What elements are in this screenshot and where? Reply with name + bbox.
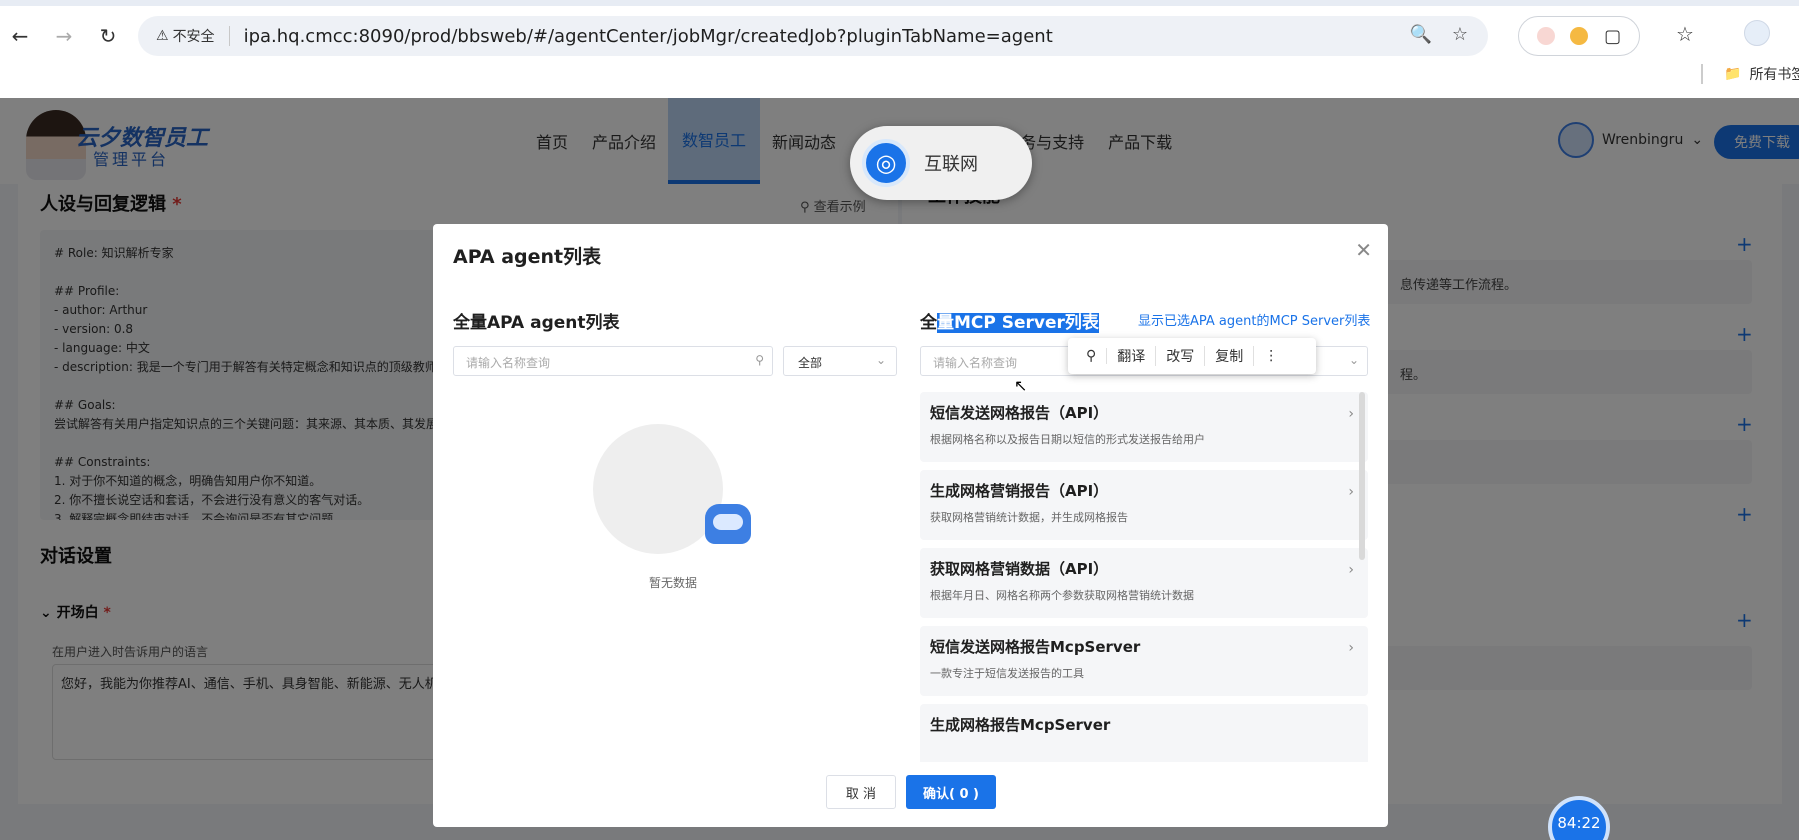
extension-icon[interactable] [1570,27,1589,45]
show-selected-mcp-link[interactable]: 显示已选APA agent的MCP Server列表 [1138,310,1370,329]
chevron-right-icon: › [1348,484,1354,500]
empty-text: 暂无数据 [649,576,698,590]
apa-agent-modal: APA agent列表 ✕ 全量APA agent列表 全量MCP Server… [433,224,1388,827]
confirm-button[interactable]: 确认( 0 ) [906,775,996,809]
timer-text: 84:22 [1557,814,1601,832]
chevron-right-icon: › [1348,406,1354,422]
cancel-button[interactable]: 取 消 [826,775,896,809]
list-item[interactable]: 生成网格报告McpServer [920,704,1368,762]
mcp-item-name: 短信发送网格报告（API） [930,404,1109,422]
close-icon[interactable]: ✕ [1355,238,1372,262]
forward-icon[interactable]: → [50,22,78,50]
folder-icon: 📁 [1724,66,1742,82]
zoom-icon[interactable]: 🔍 [1409,24,1431,45]
bookmarks-divider [1701,64,1703,84]
all-bookmarks-folder[interactable]: 📁 所有书签 [1724,64,1799,84]
mcp-item-name: 短信发送网格报告McpServer [930,638,1141,656]
url-text[interactable]: ipa.hq.cmcc:8090/prod/bbsweb/#/agentCent… [244,26,1053,47]
reload-icon[interactable]: ↻ [94,22,122,50]
empty-illustration [593,424,723,554]
list-item[interactable]: 短信发送网格报告McpServer 一款专注于短信发送报告的工具 › [920,626,1368,696]
robot-icon [705,504,751,544]
list-scrollbar[interactable] [1359,392,1365,560]
internet-label: 互联网 [924,154,978,175]
agent-search-input[interactable]: 请输入名称查询 ⚲ [453,346,773,376]
mcp-server-list: 短信发送网格报告（API） 根据网格名称以及报告日期以短信的形式发送报告给用户 … [920,392,1368,762]
chevron-down-icon: ⌄ [875,353,886,367]
mcp-item-name: 生成网格营销报告（API） [930,482,1109,500]
list-item[interactable]: 获取网格营销数据（API） 根据年月日、网格名称两个参数获取网格营销统计数据 › [920,548,1368,618]
rewrite-button[interactable]: 改写 [1156,346,1206,366]
mcp-item-name: 生成网格报告McpServer [930,716,1111,734]
agent-filter-select[interactable]: 全部 ⌄ [783,346,897,376]
chevron-right-icon: › [1348,640,1354,656]
mcp-server-title: 全量MCP Server列表 [920,313,1099,333]
puzzle-icon[interactable]: ▢ [1604,26,1621,47]
mcp-item-desc: 一款专注于短信发送报告的工具 [930,667,1084,680]
internet-widget[interactable]: ◎ 互联网 [850,126,1032,200]
search-icon: ⚲ [755,353,764,367]
warning-icon: ⚠ [156,28,169,44]
security-warning[interactable]: ⚠ 不安全 [156,26,230,46]
modal-title: APA agent列表 [453,246,602,268]
list-item[interactable]: 短信发送网格报告（API） 根据网格名称以及报告日期以短信的形式发送报告给用户 … [920,392,1368,462]
translate-button[interactable]: 翻译 [1107,346,1157,366]
copy-button[interactable]: 复制 [1205,346,1255,366]
address-bar[interactable]: ⚠ 不安全 ipa.hq.cmcc:8090/prod/bbsweb/#/agen… [138,16,1488,56]
extensions-group: ▢ [1518,16,1640,56]
mcp-item-name: 获取网格营销数据（API） [930,560,1109,578]
back-icon[interactable]: ← [6,22,34,50]
profile-icon[interactable] [1744,20,1770,46]
all-agents-title: 全量APA agent列表 [453,313,620,333]
text-selection-toolbar: ⚲ 翻译 改写 复制 ⋮ [1068,338,1316,374]
bookmarks-bar [0,58,1799,98]
mcp-item-desc: 根据年月日、网格名称两个参数获取网格营销统计数据 [930,589,1194,602]
more-icon[interactable]: ⋮ [1254,348,1288,364]
search-icon[interactable]: ⚲ [1076,348,1108,364]
globe-icon: ◎ [862,139,910,187]
bookmarks-star-icon[interactable]: ☆ [1676,22,1694,46]
chevron-right-icon: › [1348,562,1354,578]
bookmark-star-icon[interactable]: ☆ [1452,24,1468,45]
mouse-cursor-icon: ↖ [1014,376,1028,395]
mcp-item-desc: 根据网格名称以及报告日期以短信的形式发送报告给用户 [930,433,1205,446]
mcp-item-desc: 获取网格营销统计数据，并生成网格报告 [930,511,1128,524]
chevron-down-icon: ⌄ [1348,353,1359,367]
extension-icon[interactable] [1536,27,1555,45]
browser-toolbar: ← → ↻ ⚠ 不安全 ipa.hq.cmcc:8090/prod/bbsweb/… [0,0,1799,58]
list-item[interactable]: 生成网格营销报告（API） 获取网格营销统计数据，并生成网格报告 › [920,470,1368,540]
